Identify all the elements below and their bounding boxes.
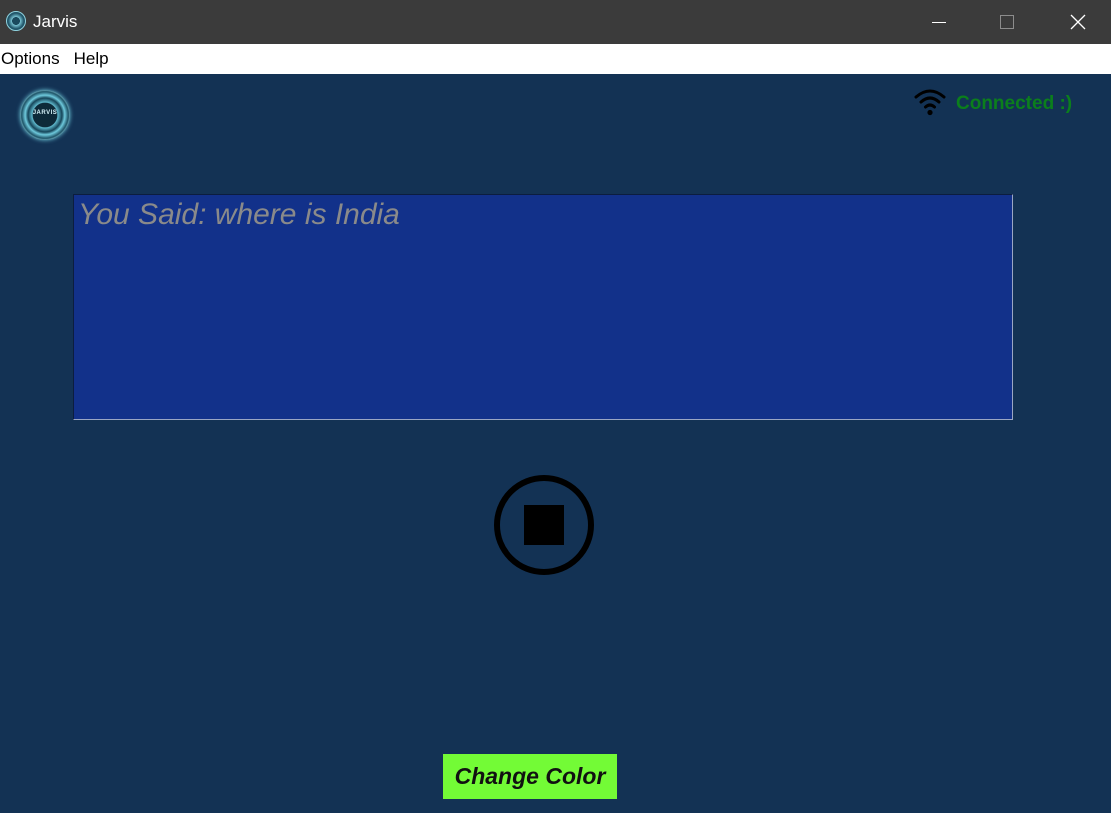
jarvis-logo: JARVIS xyxy=(20,90,70,140)
window-title: Jarvis xyxy=(33,12,78,31)
connection-status: Connected :) xyxy=(956,93,1073,114)
speech-output-box[interactable]: You Said: where is India xyxy=(73,194,1013,420)
menu-bar: Options Help xyxy=(0,44,1111,74)
close-icon xyxy=(1070,14,1086,30)
minimize-button[interactable] xyxy=(904,0,974,44)
jarvis-app-icon xyxy=(6,11,26,31)
menu-help[interactable]: Help xyxy=(67,44,116,74)
title-bar: Jarvis xyxy=(0,0,1111,44)
maximize-button[interactable] xyxy=(972,0,1042,44)
speech-text: You Said: where is India xyxy=(78,198,400,231)
stop-button[interactable] xyxy=(494,475,594,575)
wifi-icon xyxy=(914,89,946,116)
menu-options[interactable]: Options xyxy=(0,44,67,74)
logo-text: JARVIS xyxy=(32,110,58,116)
minimize-icon xyxy=(932,21,946,23)
stop-icon xyxy=(524,505,564,545)
maximize-icon xyxy=(1000,15,1014,29)
close-button[interactable] xyxy=(1043,0,1111,44)
change-color-button[interactable]: Change Color xyxy=(443,754,617,799)
